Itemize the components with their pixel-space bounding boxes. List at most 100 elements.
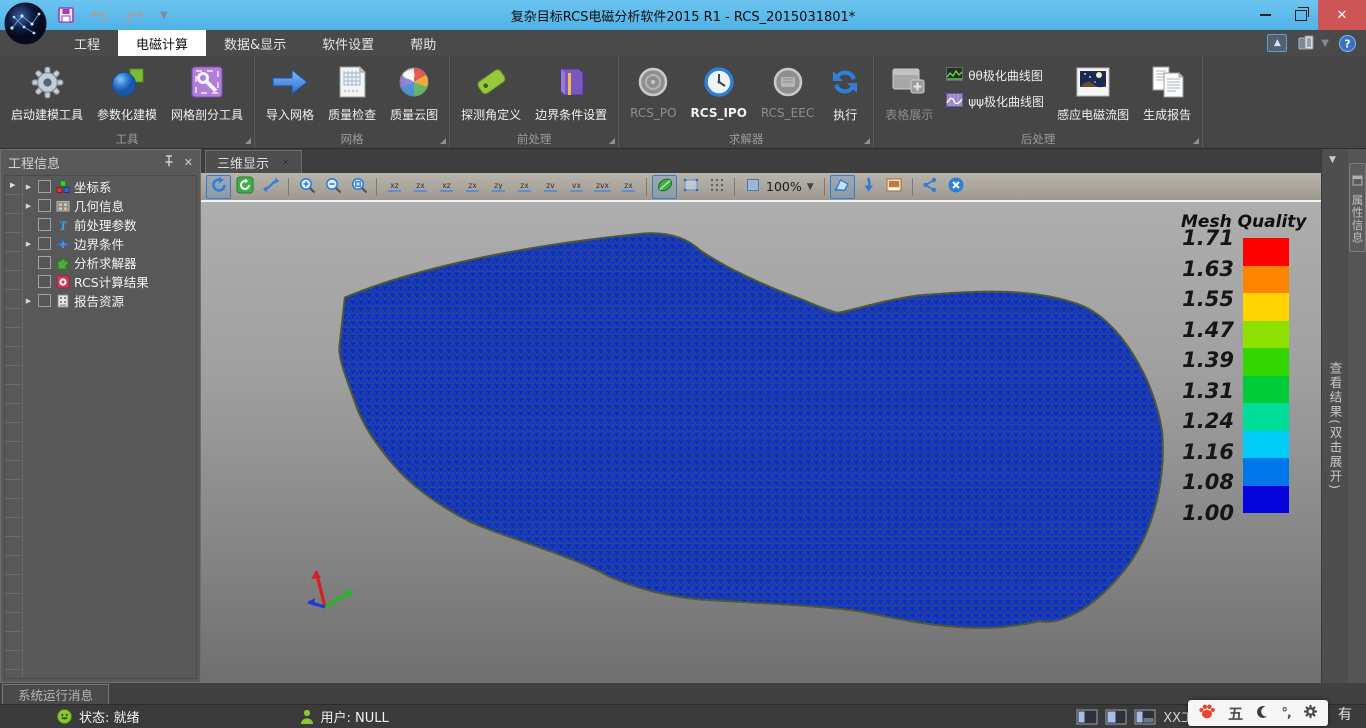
view-preset-button[interactable]: xz — [382, 175, 407, 199]
viewport-3d[interactable]: Mesh Quality 1.711.631.551.471.391.311.2… — [201, 202, 1321, 683]
menu-tab-4[interactable]: 软件设置 — [304, 30, 392, 56]
ribbon-button[interactable]: 参数化建模 — [90, 59, 164, 125]
ribbon-button[interactable]: 感应电磁流图 — [1050, 59, 1136, 125]
ribbon-button[interactable]: 质量云图 — [383, 59, 445, 125]
chevron-down-icon[interactable]: ▼ — [1329, 155, 1336, 165]
drop-view-tool[interactable] — [856, 175, 881, 199]
ime-settings-gear-icon[interactable] — [1303, 704, 1318, 723]
close-button[interactable]: ✕ — [1318, 0, 1366, 30]
view-preset-label: zvx — [594, 182, 611, 192]
tab-system-messages[interactable]: 系统运行消息 — [2, 684, 109, 705]
menu-tab-1[interactable]: 工程 — [56, 30, 118, 56]
menu-tab-3[interactable]: 数据&显示 — [206, 30, 304, 56]
ribbon-button[interactable]: θθ极化曲线图 — [946, 67, 1044, 84]
ribbon-button[interactable]: ψψ极化曲线图 — [946, 93, 1044, 110]
pin-icon[interactable] — [164, 155, 174, 170]
tab-close-icon[interactable]: ✕ — [281, 156, 290, 169]
orbit-refresh-tool[interactable] — [232, 175, 257, 199]
expand-arrow-icon[interactable]: ▶ — [23, 240, 34, 248]
ribbon-button[interactable]: 探测角定义 — [454, 59, 528, 125]
ribbon-button[interactable]: 生成报告 — [1136, 59, 1198, 125]
tree-item[interactable]: ▶边界条件 — [23, 234, 196, 253]
tree-checkbox[interactable] — [38, 275, 51, 288]
tree-checkbox[interactable] — [38, 256, 51, 269]
collapse-ribbon-button[interactable]: ▲ — [1267, 34, 1287, 52]
ribbon-button[interactable]: 边界条件设置 — [528, 59, 614, 125]
view-preset-button[interactable]: zy — [486, 175, 511, 199]
ribbon-button[interactable]: 网格剖分工具 — [164, 59, 250, 125]
zoom-level-combo[interactable]: 100%▼ — [740, 177, 819, 196]
restore-button[interactable] — [1283, 0, 1318, 30]
ime-punctuation-label[interactable]: °, — [1281, 706, 1290, 721]
expand-arrow-icon[interactable]: ▶ — [23, 202, 34, 210]
pan-tool[interactable] — [258, 175, 283, 199]
ribbon-button[interactable]: 启动建模工具 — [4, 59, 90, 125]
ribbon-button[interactable]: RCS_IPO — [684, 59, 754, 122]
tree-item[interactable]: T前处理参数 — [23, 215, 196, 234]
result-icon — [55, 274, 70, 289]
tab-properties[interactable]: 属性信息 — [1349, 163, 1366, 252]
ime-moon-icon[interactable] — [1255, 704, 1269, 723]
quick-access-dropdown-icon[interactable]: ▼ — [160, 10, 168, 21]
results-collapsed-panel[interactable]: ▼ 查看结果(双击展开) — [1321, 149, 1348, 683]
ribbon-button[interactable]: 质量检查 — [321, 59, 383, 125]
chevron-down-icon[interactable]: ▼ — [807, 182, 814, 192]
view-preset-button[interactable]: zv — [538, 175, 563, 199]
tree-checkbox[interactable] — [38, 218, 51, 231]
zoom-in-tool[interactable] — [294, 175, 319, 199]
save-button[interactable] — [58, 7, 74, 23]
project-info-panel: 工程信息 ✕ ▶ ▶坐标系▶几何信息T前处理参数▶边界条件分析求解器RCS计算结… — [0, 149, 201, 683]
layout-toggle-split-button[interactable] — [1105, 709, 1127, 725]
undo-button[interactable] — [90, 9, 109, 22]
shaded-view-tool[interactable] — [652, 175, 677, 199]
ribbon-button[interactable]: 导入网格 — [259, 59, 321, 125]
ribbon-button[interactable]: 表格展示 — [878, 59, 940, 125]
tree-checkbox[interactable] — [38, 237, 51, 250]
section-tool[interactable] — [830, 175, 855, 199]
help-button[interactable]: ? — [1339, 35, 1356, 52]
ribbon-button[interactable]: 执行 — [821, 59, 869, 125]
layout-toggle-left-button[interactable] — [1076, 709, 1098, 725]
ime-mode-label[interactable]: 五 — [1228, 703, 1243, 724]
expand-arrow-icon[interactable]: ▶ — [23, 297, 34, 305]
tree-item[interactable]: ▶坐标系 — [23, 177, 196, 196]
legend-value: 1.63 — [1182, 258, 1234, 280]
view-preset-button[interactable]: vx — [564, 175, 589, 199]
menu-tab-2[interactable]: 电磁计算 — [118, 30, 206, 56]
tree-item[interactable]: ▶几何信息 — [23, 196, 196, 215]
tab-3d-view[interactable]: 三维显示 ✕ — [205, 150, 302, 173]
tree-checkbox[interactable] — [38, 180, 51, 193]
redo-button[interactable] — [125, 9, 144, 22]
ime-paw-icon[interactable] — [1198, 703, 1216, 723]
view-preset-button[interactable]: zx — [512, 175, 537, 199]
rotate-tool[interactable] — [206, 175, 231, 199]
share-tool[interactable] — [918, 175, 943, 199]
zoom-fit-tool[interactable] — [346, 175, 371, 199]
zoom-out-tool[interactable] — [320, 175, 345, 199]
layout-toggle-bottom-button[interactable] — [1134, 709, 1156, 725]
tree-item[interactable]: 分析求解器 — [23, 253, 196, 272]
panel-close-icon[interactable]: ✕ — [184, 156, 193, 169]
view-preset-button[interactable]: zx — [460, 175, 485, 199]
close-view-tool[interactable] — [944, 175, 969, 199]
wireframe-view-tool[interactable] — [678, 175, 703, 199]
minimize-button[interactable] — [1248, 0, 1283, 30]
ime-toolbar[interactable]: 五 °, — [1188, 700, 1328, 726]
ribbon-button[interactable]: RCS_PO — [623, 59, 683, 122]
view-preset-button[interactable]: zvx — [590, 175, 615, 199]
ribbon-button[interactable]: RCS_EEC — [754, 59, 821, 122]
tree-item[interactable]: ▶报告资源 — [23, 291, 196, 310]
tree-checkbox[interactable] — [38, 294, 51, 307]
view-preset-button[interactable]: zx — [408, 175, 433, 199]
mesh-display-tool[interactable] — [704, 175, 729, 199]
gutter-arrow-icon[interactable]: ▶ — [10, 181, 15, 189]
view-preset-button[interactable]: zx — [616, 175, 641, 199]
snapshot-tool[interactable] — [882, 175, 907, 199]
view-preset-button[interactable]: xz — [434, 175, 459, 199]
tree-checkbox[interactable] — [38, 199, 51, 212]
window-style-button[interactable]: ▼ — [1297, 34, 1329, 52]
menu-tab-5[interactable]: 帮助 — [392, 30, 454, 56]
app-logo-icon[interactable] — [4, 2, 47, 45]
tree-item[interactable]: RCS计算结果 — [23, 272, 196, 291]
expand-arrow-icon[interactable]: ▶ — [23, 183, 34, 191]
